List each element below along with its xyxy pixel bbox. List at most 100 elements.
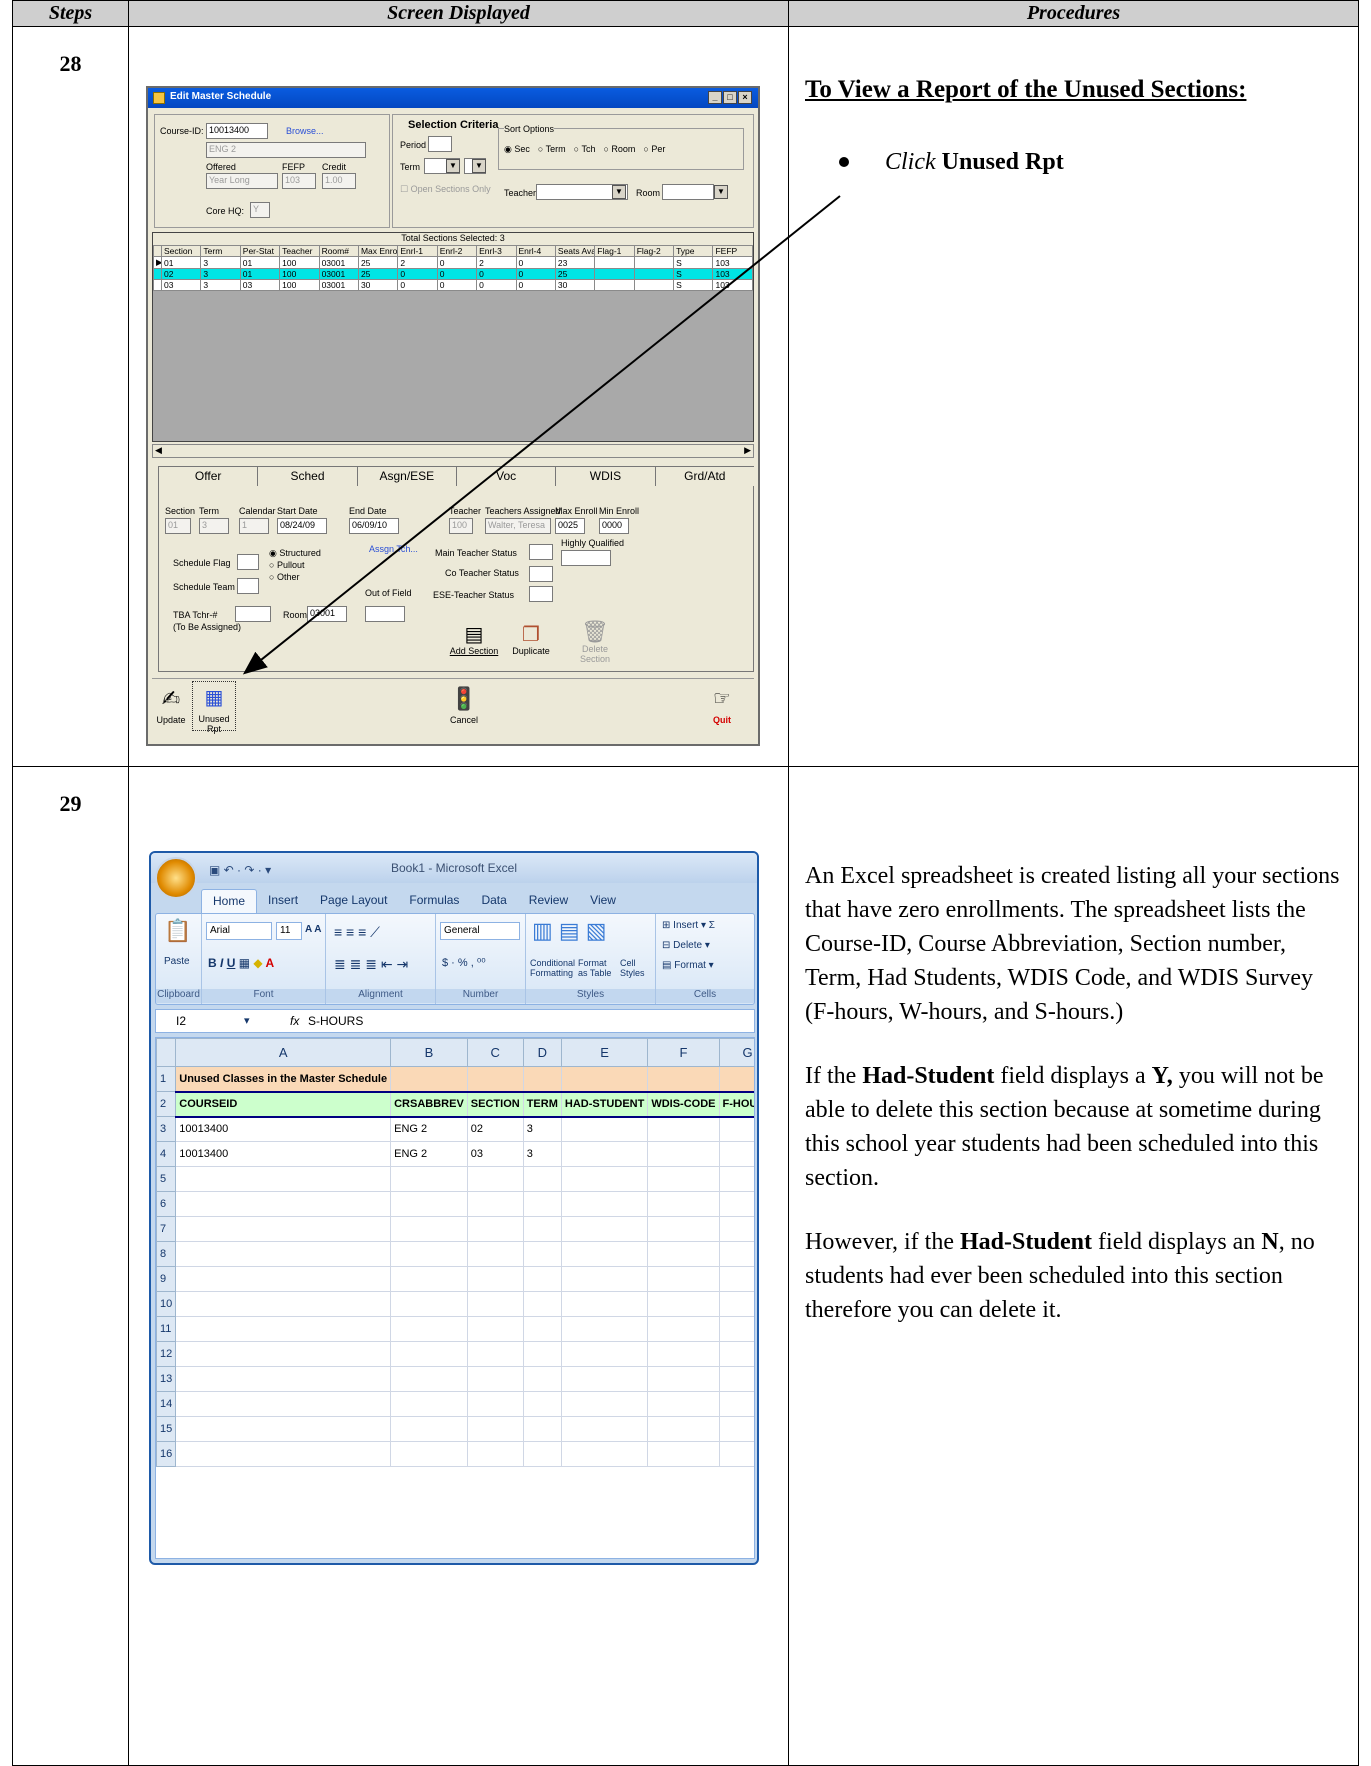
cell[interactable] bbox=[390, 1166, 468, 1192]
cell[interactable] bbox=[466, 1191, 524, 1217]
cell[interactable] bbox=[718, 1366, 754, 1392]
column-header[interactable]: A bbox=[175, 1038, 392, 1067]
cell[interactable] bbox=[466, 1366, 524, 1392]
chevron-down-icon[interactable]: ▾ bbox=[244, 1014, 250, 1027]
cell[interactable] bbox=[560, 1216, 649, 1242]
delete-button[interactable]: ⊟ Delete ▾ bbox=[662, 940, 710, 951]
cell[interactable] bbox=[175, 1266, 392, 1292]
cell[interactable] bbox=[466, 1241, 524, 1267]
row-header[interactable]: 1 bbox=[156, 1066, 177, 1092]
align-center-icon[interactable]: ≣ ≣ ≣ ⇤ ⇥ bbox=[334, 956, 408, 973]
cell[interactable] bbox=[560, 1366, 649, 1392]
cell[interactable]: COURSEID bbox=[175, 1090, 392, 1118]
currency-icon[interactable]: $ · % , ⁰⁰ bbox=[442, 956, 486, 969]
cell[interactable] bbox=[560, 1441, 649, 1467]
column-header[interactable]: G bbox=[718, 1038, 754, 1067]
cell[interactable] bbox=[522, 1341, 562, 1367]
row-header[interactable]: 10 bbox=[156, 1291, 177, 1317]
tab-home[interactable]: Home bbox=[201, 889, 258, 913]
conditional-formatting-icon[interactable]: ▥ ▤ ▧ bbox=[532, 918, 607, 944]
column-header[interactable]: D bbox=[522, 1038, 562, 1067]
cell[interactable] bbox=[647, 1291, 720, 1317]
row-header[interactable]: 4 bbox=[156, 1141, 177, 1167]
row-header[interactable]: 5 bbox=[156, 1166, 177, 1192]
cell[interactable]: F-HOURS bbox=[718, 1090, 754, 1118]
cell[interactable] bbox=[647, 1316, 720, 1342]
column-header[interactable]: E bbox=[560, 1038, 649, 1067]
cell[interactable] bbox=[718, 1066, 754, 1092]
quick-access-toolbar[interactable]: ▣ ↶ · ↷ · ▾ bbox=[209, 863, 271, 877]
cell[interactable] bbox=[466, 1316, 524, 1342]
tab-page-layout[interactable]: Page Layout bbox=[309, 889, 398, 913]
cell[interactable]: 0 bbox=[718, 1116, 754, 1142]
cell[interactable] bbox=[718, 1416, 754, 1442]
cell[interactable] bbox=[175, 1241, 392, 1267]
cell[interactable] bbox=[718, 1191, 754, 1217]
cell[interactable] bbox=[522, 1266, 562, 1292]
cell[interactable] bbox=[390, 1316, 468, 1342]
cell[interactable] bbox=[718, 1266, 754, 1292]
column-header[interactable]: F bbox=[647, 1038, 720, 1067]
cell[interactable] bbox=[718, 1291, 754, 1317]
cell[interactable] bbox=[390, 1391, 468, 1417]
cell-styles-label[interactable]: Cell Styles bbox=[620, 958, 652, 978]
cell[interactable] bbox=[560, 1191, 649, 1217]
cell[interactable] bbox=[390, 1366, 468, 1392]
cell[interactable] bbox=[647, 1116, 720, 1142]
cell[interactable]: TERM bbox=[522, 1090, 562, 1118]
cell[interactable] bbox=[390, 1216, 468, 1242]
insert-button[interactable]: ⊞ Insert ▾ Σ bbox=[662, 920, 715, 931]
cell[interactable]: ENG 2 bbox=[390, 1141, 468, 1167]
name-box[interactable]: I2 bbox=[176, 1014, 186, 1028]
cell[interactable] bbox=[647, 1166, 720, 1192]
cell[interactable] bbox=[647, 1141, 720, 1167]
cell[interactable] bbox=[718, 1216, 754, 1242]
cell[interactable]: 0 bbox=[718, 1141, 754, 1167]
row-header[interactable]: 7 bbox=[156, 1216, 177, 1242]
cell[interactable] bbox=[466, 1166, 524, 1192]
conditional-formatting-label[interactable]: Conditional Formatting bbox=[530, 958, 575, 978]
paste-button[interactable]: Paste bbox=[164, 956, 190, 967]
cell[interactable] bbox=[560, 1391, 649, 1417]
formula-input[interactable]: S-HOURS bbox=[308, 1014, 363, 1028]
row-header[interactable]: 8 bbox=[156, 1241, 177, 1267]
cell[interactable] bbox=[560, 1266, 649, 1292]
cell[interactable] bbox=[718, 1166, 754, 1192]
cell[interactable] bbox=[466, 1416, 524, 1442]
cell[interactable] bbox=[647, 1191, 720, 1217]
cell[interactable] bbox=[560, 1141, 649, 1167]
cell[interactable] bbox=[718, 1441, 754, 1467]
column-header[interactable]: B bbox=[390, 1038, 468, 1067]
cell[interactable] bbox=[175, 1291, 392, 1317]
cell[interactable] bbox=[522, 1316, 562, 1342]
cell[interactable] bbox=[466, 1266, 524, 1292]
cell[interactable]: 10013400 bbox=[175, 1116, 392, 1142]
cell[interactable] bbox=[647, 1216, 720, 1242]
cell[interactable] bbox=[647, 1241, 720, 1267]
cell[interactable] bbox=[718, 1391, 754, 1417]
font-size-box[interactable]: 11 bbox=[276, 922, 302, 940]
bold-italic-underline[interactable]: B I U ▦ ◆ A bbox=[208, 956, 274, 970]
cell[interactable] bbox=[647, 1066, 720, 1092]
cell[interactable] bbox=[390, 1341, 468, 1367]
format-as-table-label[interactable]: Format as Table bbox=[578, 958, 616, 978]
cell[interactable] bbox=[466, 1291, 524, 1317]
cell[interactable] bbox=[560, 1116, 649, 1142]
row-header[interactable]: 9 bbox=[156, 1266, 177, 1292]
tab-formulas[interactable]: Formulas bbox=[398, 889, 470, 913]
cell[interactable] bbox=[647, 1266, 720, 1292]
cell[interactable] bbox=[522, 1216, 562, 1242]
cell[interactable]: Unused Classes in the Master Schedule bbox=[175, 1066, 392, 1092]
cell[interactable]: 03 bbox=[466, 1141, 524, 1167]
cell[interactable] bbox=[466, 1341, 524, 1367]
cell[interactable] bbox=[647, 1416, 720, 1442]
cell[interactable] bbox=[522, 1166, 562, 1192]
cell[interactable] bbox=[175, 1441, 392, 1467]
cell[interactable] bbox=[175, 1366, 392, 1392]
tab-view[interactable]: View bbox=[579, 889, 627, 913]
cell[interactable]: HAD-STUDENT bbox=[560, 1090, 649, 1118]
tab-review[interactable]: Review bbox=[518, 889, 579, 913]
cell[interactable] bbox=[175, 1416, 392, 1442]
cell[interactable] bbox=[390, 1241, 468, 1267]
number-format-box[interactable]: General bbox=[440, 922, 520, 940]
